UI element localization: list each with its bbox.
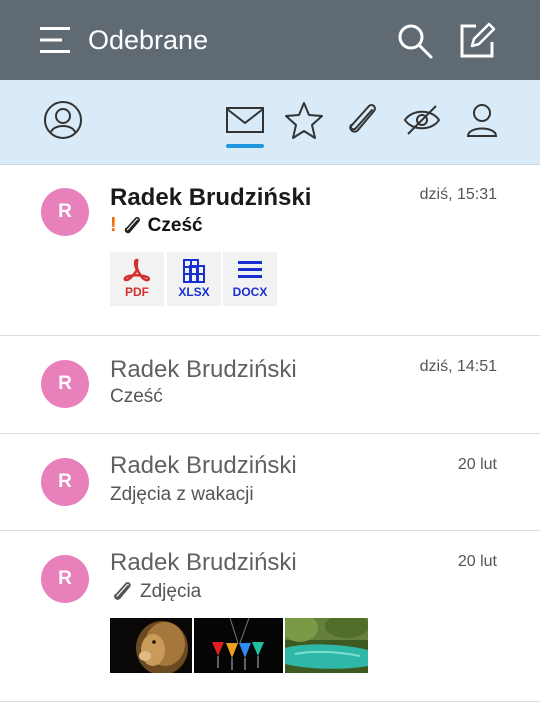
message-date: 20 lut — [457, 553, 497, 570]
message-subject: Zdjęcia z wakacji — [110, 484, 254, 505]
star-icon[interactable] — [284, 100, 324, 140]
message-row[interactable]: R Radek Brudziński 20 lut Zdjęcia — [0, 531, 540, 702]
app-bar: Odebrane — [0, 0, 540, 80]
subject-text: Zdjęcia — [140, 581, 202, 602]
spreadsheet-icon — [183, 259, 205, 283]
message-subject-line: ! Cześć — [110, 214, 203, 237]
message-date: dziś, 14:51 — [419, 358, 497, 375]
message-subject-line: Zdjęcia — [110, 580, 201, 604]
message-row[interactable]: R Radek Brudziński dziś, 15:31 ! Cześć — [0, 164, 540, 336]
subject-text: Cześć — [147, 214, 203, 236]
sender-name: Radek Brudziński — [110, 356, 297, 383]
attachment-xlsx[interactable]: XLSX — [167, 252, 221, 306]
paperclip-icon[interactable] — [342, 100, 382, 140]
paperclip-icon — [114, 582, 131, 600]
attachment-label: PDF — [125, 285, 149, 299]
eye-off-icon[interactable] — [402, 100, 442, 140]
paperclip-icon — [124, 216, 140, 233]
avatar: R — [41, 360, 89, 408]
sender-name: Radek Brudziński — [110, 452, 297, 479]
avatar: R — [41, 458, 89, 506]
sender-name: Radek Brudziński — [110, 184, 312, 211]
attachment-label: DOCX — [232, 285, 268, 299]
mail-icon[interactable] — [225, 100, 265, 140]
message-date: dziś, 15:31 — [419, 186, 497, 203]
avatar: R — [41, 555, 89, 603]
lagoon-image[interactable] — [285, 618, 368, 673]
message-date: 20 lut — [457, 456, 497, 473]
account-icon[interactable] — [43, 100, 83, 140]
document-icon — [238, 261, 262, 278]
menu-icon[interactable] — [40, 26, 72, 54]
search-icon[interactable] — [396, 22, 434, 60]
selected-filter-indicator — [226, 144, 264, 148]
attachment-label: XLSX — [178, 285, 210, 299]
attachment-docx[interactable]: DOCX — [223, 252, 277, 306]
message-row[interactable]: R Radek Brudziński 20 lut Zdjęcia z waka… — [0, 434, 540, 531]
sender-name: Radek Brudziński — [110, 549, 297, 576]
message-row[interactable]: R Radek Brudziński dziś, 14:51 Cześć — [0, 336, 540, 434]
lion-image[interactable] — [110, 618, 192, 673]
pdf-icon — [123, 258, 151, 282]
avatar: R — [41, 188, 89, 236]
page-title: Odebrane — [88, 25, 209, 55]
attachment-pdf[interactable]: PDF — [110, 252, 164, 306]
filter-bar — [0, 80, 540, 165]
compose-icon[interactable] — [458, 22, 496, 60]
cocktails-image[interactable] — [194, 618, 283, 673]
message-subject: Cześć — [110, 386, 163, 407]
person-icon[interactable] — [462, 100, 502, 140]
important-icon: ! — [110, 214, 117, 236]
